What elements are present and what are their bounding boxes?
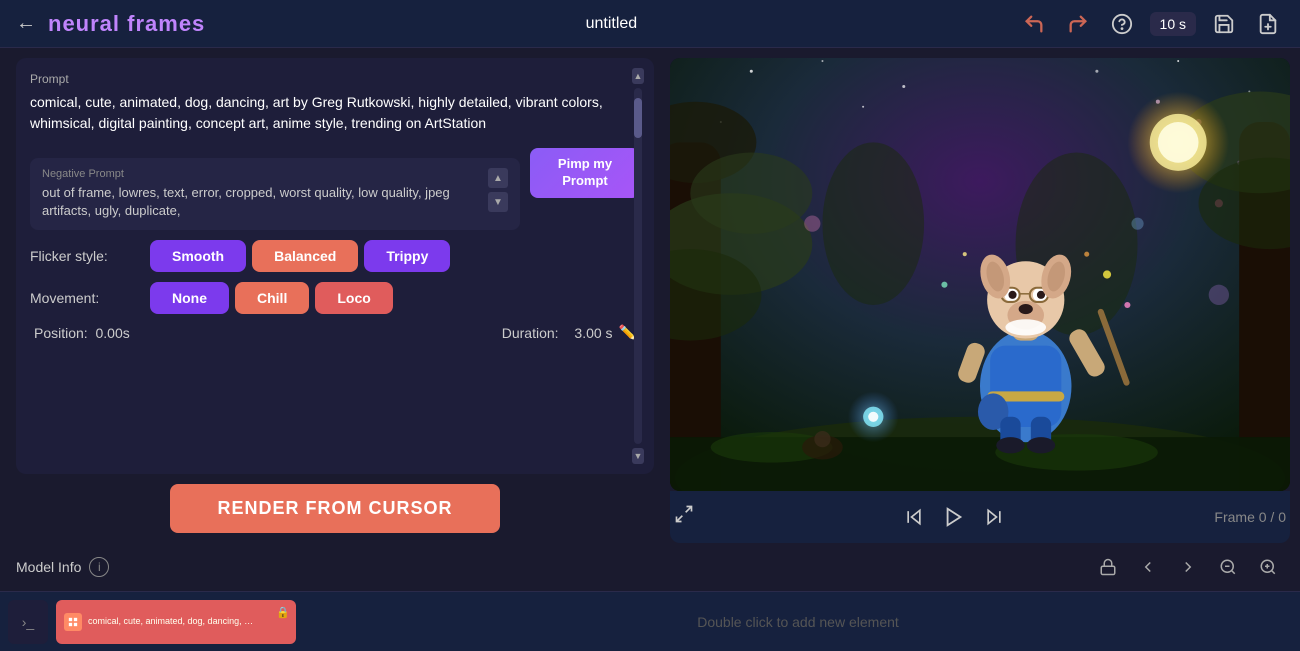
scroll-bar[interactable] [634, 88, 642, 444]
scroll-down-btn[interactable]: ▼ [632, 448, 644, 464]
timeline-add-hint[interactable]: Double click to add new element [304, 614, 1292, 630]
duration-button[interactable]: 10 s [1150, 12, 1196, 36]
export-button[interactable] [1252, 8, 1284, 40]
timeline-next-button[interactable] [1172, 551, 1204, 583]
frame-count: Frame 0 / 0 [1214, 509, 1286, 525]
model-info-icon[interactable]: i [89, 557, 109, 577]
negative-prompt-label: Negative Prompt [42, 168, 478, 180]
preview-scene [670, 58, 1290, 491]
smooth-button[interactable]: Smooth [150, 240, 246, 272]
negative-scroll: ▲ ▼ [488, 168, 508, 212]
scroll-track[interactable]: ▲ ▼ [632, 68, 644, 464]
neg-scroll-up[interactable]: ▲ [488, 168, 508, 188]
next-frame-button[interactable] [976, 499, 1012, 535]
timeline-lock-icon: 🔒 [276, 606, 290, 621]
position-row: Position: 0.00s Duration: 3.00 s ✏️ [30, 324, 640, 341]
chill-button[interactable]: Chill [235, 282, 309, 314]
model-info-label: Model Info [16, 559, 81, 575]
expand-button[interactable] [674, 504, 694, 530]
neg-scroll-down[interactable]: ▼ [488, 192, 508, 212]
left-panel: ▲ ▼ Prompt comical, cute, animated, dog,… [0, 48, 670, 543]
right-panel: Frame 0 / 0 [670, 48, 1300, 543]
topbar-actions: 10 s [1018, 8, 1284, 40]
editor-card: ▲ ▼ Prompt comical, cute, animated, dog,… [16, 58, 654, 474]
timeline-prev-button[interactable] [1132, 551, 1164, 583]
flicker-btn-group: Smooth Balanced Trippy [150, 240, 450, 272]
prev-frame-button[interactable] [896, 499, 932, 535]
timeline-element-text: comical, cute, animated, dog, dancing, a… [88, 615, 258, 628]
prompt-text[interactable]: comical, cute, animated, dog, dancing, a… [30, 92, 640, 134]
movement-btn-group: None Chill Loco [150, 282, 393, 314]
scroll-up-btn[interactable]: ▲ [632, 68, 644, 84]
main-content: ▲ ▼ Prompt comical, cute, animated, dog,… [0, 48, 1300, 543]
timeline-bar: ›_ comical, cute, animated, dog, dancing… [0, 591, 1300, 651]
zoom-out-button[interactable] [1212, 551, 1244, 583]
render-from-cursor-button[interactable]: RENDER FROM CURSOR [170, 484, 500, 533]
redo-button[interactable] [1062, 8, 1094, 40]
movement-row: Movement: None Chill Loco [30, 282, 640, 314]
pimp-line2: Prompt [544, 173, 626, 190]
preview-controls: Frame 0 / 0 [670, 491, 1290, 543]
duration-text: Duration: 3.00 s ✏️ [502, 324, 636, 341]
play-button[interactable] [936, 499, 972, 535]
timeline-element-icon [64, 613, 82, 631]
flicker-label: Flicker style: [30, 248, 140, 264]
prompt-label: Prompt [30, 72, 640, 86]
lock-icon[interactable] [1092, 551, 1124, 583]
help-button[interactable] [1106, 8, 1138, 40]
save-button[interactable] [1208, 8, 1240, 40]
position-text: Position: 0.00s [34, 325, 130, 341]
topbar: ← neural frames untitled 10 s [0, 0, 1300, 48]
balanced-button[interactable]: Balanced [252, 240, 358, 272]
app-logo: neural frames [48, 11, 205, 37]
loco-button[interactable]: Loco [315, 282, 392, 314]
flicker-row: Flicker style: Smooth Balanced Trippy [30, 240, 640, 272]
negative-section: Negative Prompt out of frame, lowres, te… [30, 158, 520, 230]
none-button[interactable]: None [150, 282, 229, 314]
trippy-button[interactable]: Trippy [364, 240, 450, 272]
negative-content: Negative Prompt out of frame, lowres, te… [42, 168, 478, 220]
back-icon: ← [16, 12, 36, 35]
pimp-prompt-button[interactable]: Pimp my Prompt [530, 148, 640, 198]
playback-controls [896, 499, 1012, 535]
render-btn-container: RENDER FROM CURSOR [16, 484, 654, 533]
timeline-element[interactable]: comical, cute, animated, dog, dancing, a… [56, 600, 296, 644]
pimp-line1: Pimp my [544, 156, 626, 173]
back-button[interactable]: ← [16, 12, 36, 35]
undo-button[interactable] [1018, 8, 1050, 40]
model-info-bar: Model Info i [0, 543, 1300, 591]
movement-label: Movement: [30, 290, 140, 306]
project-title: untitled [217, 15, 1005, 33]
preview-container [670, 58, 1290, 491]
terminal-icon: ›_ [8, 600, 48, 644]
zoom-in-button[interactable] [1252, 551, 1284, 583]
scroll-thumb [634, 98, 642, 138]
negative-prompt-text[interactable]: out of frame, lowres, text, error, cropp… [42, 184, 478, 220]
